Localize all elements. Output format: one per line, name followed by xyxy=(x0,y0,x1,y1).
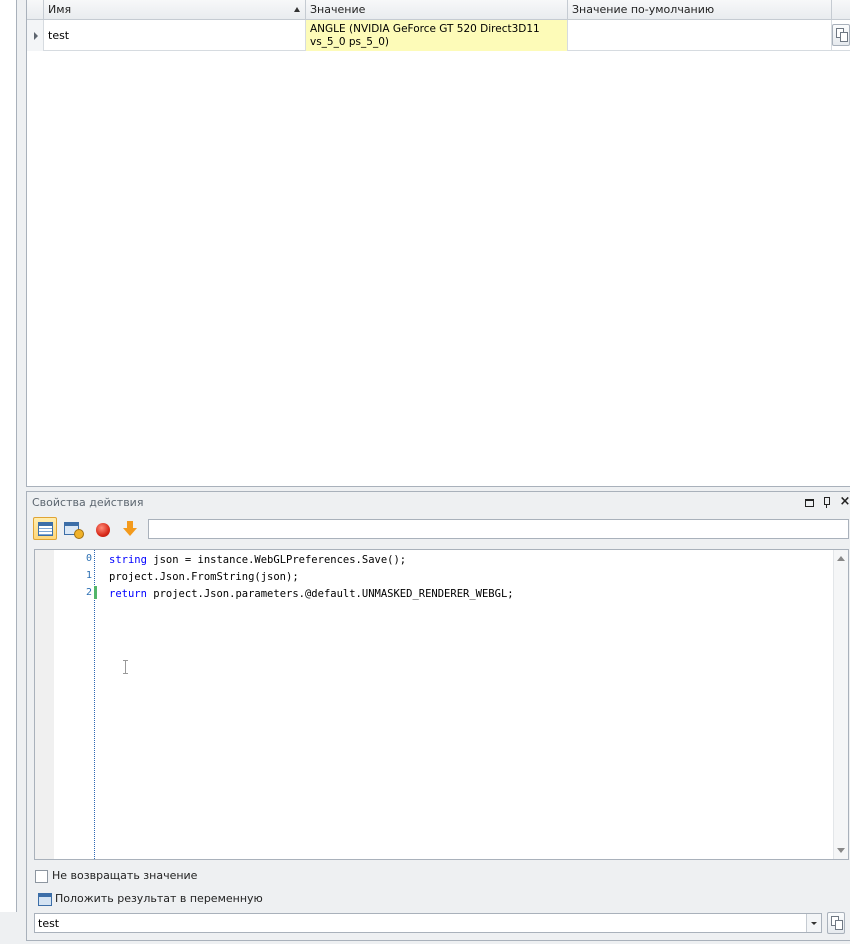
arrow-down-icon xyxy=(123,521,137,537)
cell-value[interactable]: ANGLE (NVIDIA GeForce GT 520 Direct3D11 … xyxy=(306,20,568,51)
cell-name[interactable]: test xyxy=(44,20,306,51)
move-down-button[interactable] xyxy=(117,517,141,540)
column-header-default[interactable]: Значение по-умолчанию xyxy=(568,0,832,20)
code-text: project.Json.FromString(json); xyxy=(109,571,299,583)
code-text: json = instance.WebGLPreferences.Save(); xyxy=(146,554,407,566)
modified-line-marker xyxy=(94,586,97,599)
row-indicator[interactable] xyxy=(27,20,44,51)
code-line[interactable]: string json = instance.WebGLPreferences.… xyxy=(109,554,406,566)
no-return-checkbox[interactable] xyxy=(35,870,48,883)
chevron-down-icon[interactable] xyxy=(806,914,821,932)
vertical-scrollbar[interactable] xyxy=(833,550,848,859)
column-header-default-label: Значение по-умолчанию xyxy=(572,3,715,16)
pin-icon[interactable] xyxy=(821,496,833,508)
code-line[interactable]: return project.Json.parameters.@default.… xyxy=(109,588,514,600)
table-view-button[interactable] xyxy=(33,517,57,540)
copy-value-button[interactable] xyxy=(832,24,850,46)
no-return-label[interactable]: Не возвращать значение xyxy=(52,869,197,882)
code-keyword: string xyxy=(109,554,147,566)
scroll-up-icon[interactable] xyxy=(837,556,845,561)
code-editor[interactable]: 0 1 2 string json = instance.WebGLPrefer… xyxy=(34,549,849,860)
copy-icon-front xyxy=(840,32,848,42)
grid-header: Имя Значение Значение по-умолчанию xyxy=(27,0,850,20)
variables-grid: Имя Значение Значение по-умолчанию test … xyxy=(26,0,850,487)
line-number: 2 xyxy=(85,587,92,598)
code-keyword: return xyxy=(109,588,147,600)
editor-left-margin xyxy=(35,550,54,859)
row-pointer-icon xyxy=(34,32,38,40)
copy-variable-button[interactable] xyxy=(827,912,845,934)
table-row[interactable]: test ANGLE (NVIDIA GeForce GT 520 Direct… xyxy=(27,20,850,51)
code-text: project.Json.parameters.@default.UNMASKE… xyxy=(146,588,514,600)
line-number: 0 xyxy=(85,553,92,564)
result-variable-value: test xyxy=(38,917,60,930)
column-header-name-label: Имя xyxy=(48,3,72,16)
save-result-label: Положить результат в переменную xyxy=(55,892,263,905)
stop-button[interactable] xyxy=(90,517,114,540)
line-number: 1 xyxy=(85,570,92,581)
table-view-icon xyxy=(38,522,53,536)
close-icon[interactable]: × xyxy=(839,495,850,508)
panel-title: Свойства действия xyxy=(32,496,144,509)
copy-icon-front xyxy=(835,920,843,930)
cell-default[interactable] xyxy=(568,20,832,51)
row-indicator-header xyxy=(27,0,44,20)
code-line[interactable]: project.Json.FromString(json); xyxy=(109,571,299,583)
column-header-actions xyxy=(832,0,850,20)
text-cursor-icon xyxy=(123,660,130,674)
form-view-button[interactable] xyxy=(60,517,84,540)
action-properties-panel: Свойства действия × 0 1 2 string json = … xyxy=(26,491,850,941)
variable-icon xyxy=(38,893,52,906)
column-header-value[interactable]: Значение xyxy=(306,0,568,20)
toolbar-text-input[interactable] xyxy=(148,519,849,539)
result-variable-combobox[interactable]: test xyxy=(34,913,822,933)
column-header-value-label: Значение xyxy=(310,3,366,16)
maximize-icon[interactable] xyxy=(803,496,815,508)
left-panel-strip xyxy=(0,0,17,912)
scroll-down-icon[interactable] xyxy=(837,848,845,853)
app-window: Имя Значение Значение по-умолчанию test … xyxy=(0,0,850,944)
column-header-name[interactable]: Имя xyxy=(44,0,306,20)
stop-icon xyxy=(96,523,110,537)
form-view-icon xyxy=(64,522,84,539)
sort-ascending-icon xyxy=(294,7,300,12)
line-number-gutter: 0 1 2 xyxy=(54,550,95,859)
